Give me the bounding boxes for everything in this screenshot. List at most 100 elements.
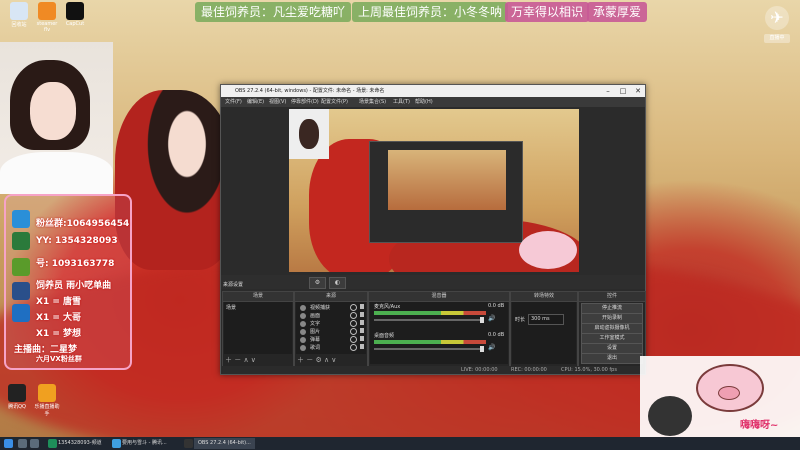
mixer-channel-db: 0.0 dB [488, 303, 505, 309]
menu-file[interactable]: 文件(F) [225, 97, 242, 107]
eye-icon[interactable] [350, 328, 357, 335]
rec-time: REC: 00:00:00 [511, 367, 547, 373]
scenes-list[interactable]: 场景 [224, 302, 292, 354]
desktop-icon-lebo[interactable]: 乐播直播助手 [34, 384, 60, 417]
eye-icon[interactable] [350, 336, 357, 343]
task-view-icon[interactable] [30, 439, 39, 448]
app-icon [12, 282, 30, 300]
menu-help[interactable]: 帮助(H) [415, 97, 433, 107]
menu-profile[interactable]: 配置文件(P) [321, 97, 348, 107]
desktop-icon-qq[interactable]: 腾讯QQ [4, 384, 30, 410]
source-item[interactable]: 弹幕 [310, 336, 320, 343]
source-icon [300, 313, 306, 319]
fan-rank-panel: 粉丝群:1064956454 YY: 1354328093 号: 1093163… [4, 194, 132, 370]
obs-source-toolbar: ⚙ ◐ [221, 275, 645, 289]
source-item[interactable]: 歌词 [310, 344, 320, 351]
webcam-body [0, 152, 113, 194]
menu-scene-collection[interactable]: 场景集合(S) [359, 97, 386, 107]
qq-penguin-icon [8, 384, 26, 402]
desktop-icon-capcut[interactable]: CapCut [62, 2, 88, 27]
speaker-icon[interactable]: 🔊 [488, 344, 495, 351]
scene-item[interactable]: 场景 [226, 304, 236, 311]
volume-slider[interactable] [374, 319, 484, 321]
ie-icon [12, 210, 30, 228]
close-icon[interactable]: ✕ [631, 85, 645, 97]
pig-caption: 嗨嗨呀~ [740, 420, 779, 431]
maximize-icon[interactable]: □ [616, 85, 630, 97]
transitions-header: 转场特效 [511, 292, 577, 302]
obs-title-text: OBS 27.2.4 (64-bit, windows) - 配置文件: 未命名… [235, 88, 385, 94]
pig-nose [718, 386, 740, 400]
nvidia-icon [12, 258, 30, 276]
lock-icon[interactable] [360, 344, 364, 349]
lock-icon[interactable] [360, 320, 364, 325]
source-settings-label: 来源设置 [223, 282, 244, 288]
volume-knob[interactable] [480, 346, 484, 352]
lock-icon[interactable] [360, 336, 364, 341]
yy-app-icon[interactable] [48, 439, 57, 448]
speaker-icon[interactable]: 🔊 [488, 315, 495, 322]
desktop-icon-recycle-bin[interactable]: 回收站 [6, 2, 32, 28]
obs-preview[interactable] [289, 109, 579, 272]
rank-row: 饲养员 雨小呓单曲 [36, 281, 112, 291]
source-item[interactable]: 图片 [310, 328, 320, 335]
banner-greeting-2: 承蒙厚爱 [587, 2, 648, 22]
record-disc-icon [648, 396, 692, 436]
qq-app-icon[interactable] [112, 439, 121, 448]
sources-dock: 来源 视频捕获 画面 文字 图片 弹幕 歌词 ＋ － ⚙ ∧ ∨ [294, 291, 368, 367]
scene-controls[interactable]: ＋ － ∧ ∨ [225, 355, 256, 365]
rank-row: X1 = 大哥 [36, 313, 82, 323]
preview-pig-sticker [519, 231, 577, 269]
obs-statusbar: LIVE: 00:00:00 REC: 00:00:00 CPU: 15.0%,… [221, 366, 645, 374]
menu-tools[interactable]: 工具(T) [393, 97, 410, 107]
eye-icon[interactable] [350, 312, 357, 319]
menu-edit[interactable]: 编辑(E) [247, 97, 264, 107]
duration-input[interactable]: 300 ms [528, 314, 564, 325]
menu-view[interactable]: 视图(V) [269, 97, 286, 107]
taskbar-item-active[interactable]: OBS 27.2.4 (64-bit)... [194, 438, 255, 449]
obs-titlebar[interactable]: OBS 27.2.4 (64-bit, windows) - 配置文件: 未命名… [221, 85, 645, 97]
lock-icon[interactable] [360, 328, 364, 333]
source-icon [300, 321, 306, 327]
steamer-icon [38, 2, 56, 20]
cpu-fps: CPU: 15.0%, 30.00 fps [561, 367, 617, 373]
gear-icon[interactable]: ⚙ [309, 277, 326, 289]
eye-icon[interactable] [350, 344, 357, 351]
mixer-channel-label: 桌面音频 [374, 333, 395, 339]
obs-app-icon[interactable] [184, 439, 193, 448]
webcam-face [30, 82, 76, 140]
volume-slider[interactable] [374, 348, 484, 350]
exit-button[interactable]: 退出 [581, 353, 643, 364]
source-icon [300, 329, 306, 335]
desktop-icon-steamer[interactable]: steamer flv [34, 2, 60, 33]
lebo-icon [38, 384, 56, 402]
eye-icon[interactable] [350, 304, 357, 311]
source-item[interactable]: 画面 [310, 312, 320, 319]
recycle-bin-icon [10, 2, 28, 20]
volume-knob[interactable] [480, 317, 484, 323]
scenes-header: 场景 [223, 292, 293, 302]
sources-header: 来源 [295, 292, 367, 302]
transitions-body: 时长 300 ms [512, 302, 576, 364]
sources-list[interactable]: 视频捕获 画面 文字 图片 弹幕 歌词 [296, 302, 366, 354]
taskbar-item[interactable]: 要用与雪斗 - 腾讯... [122, 438, 167, 449]
menu-docks[interactable]: 停靠部件(D) [291, 97, 319, 107]
browser-icon [12, 232, 30, 250]
filter-icon[interactable]: ◐ [329, 277, 346, 289]
lock-icon[interactable] [360, 312, 364, 317]
minimize-icon[interactable]: – [601, 85, 615, 97]
banner-last-week-keeper: 上周最佳饲养员：小冬冬呐 [352, 2, 509, 22]
taskbar-item[interactable]: 1354328093-频道 [58, 438, 102, 449]
source-item[interactable]: 视频捕获 [310, 304, 330, 311]
live-time: LIVE: 00:00:00 [461, 367, 498, 373]
lock-icon[interactable] [360, 304, 364, 309]
windows-start-icon[interactable] [4, 439, 13, 448]
source-controls[interactable]: ＋ － ⚙ ∧ ∨ [297, 355, 336, 365]
source-item[interactable]: 文字 [310, 320, 320, 327]
transitions-dock: 转场特效 时长 300 ms [510, 291, 578, 367]
rank-row: X1 = 唐雪 [36, 297, 82, 307]
search-icon[interactable] [18, 439, 27, 448]
obs-window[interactable]: OBS 27.2.4 (64-bit, windows) - 配置文件: 未命名… [220, 84, 646, 375]
eye-icon[interactable] [350, 320, 357, 327]
preview-nested-obs [369, 141, 523, 243]
